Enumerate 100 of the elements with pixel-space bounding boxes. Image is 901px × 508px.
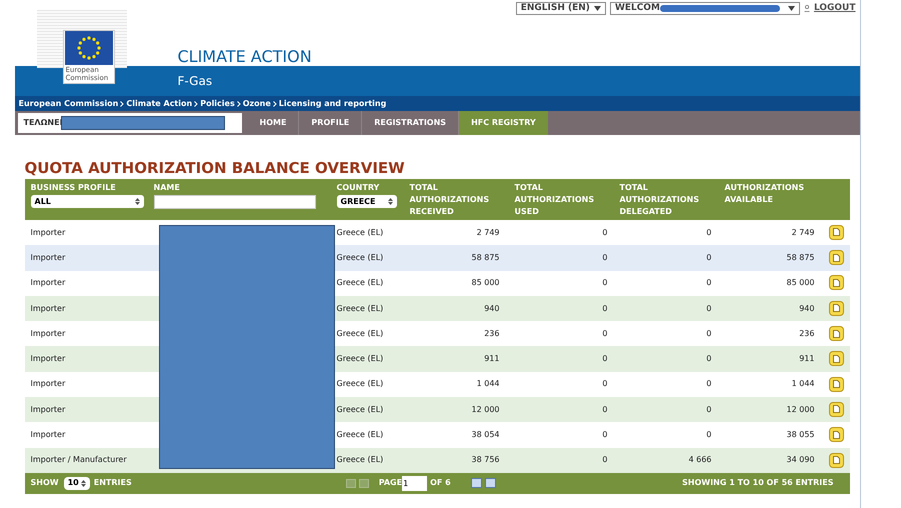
table-cell-text: 0 [601,252,608,264]
page-count: OF 6 [430,477,451,490]
table-cell-text: 2 749 [790,226,814,239]
table-cell-text: Greece (EL) [336,277,384,290]
table-cell-text: 0 [705,252,712,264]
table-cell-text: Greece (EL) [336,378,384,390]
document-icon[interactable] [828,376,844,392]
breadcrumb-link[interactable]: Policies [200,98,235,110]
table-cell-text: 911 [798,353,814,366]
eu-flag-icon [64,31,112,65]
table-cell-text: 2 749 [476,226,500,239]
table-row[interactable]: Importer Greece (EL) 940 0 0 940 [24,296,850,322]
table-cell-text: 58 875 [470,252,500,264]
document-icon[interactable] [828,224,844,240]
profile-select[interactable]: ALL [30,195,144,208]
breadcrumb-link[interactable]: Ozone [242,98,271,110]
breadcrumb-link[interactable]: Climate Action [126,98,192,110]
nav-tab[interactable]: PROFILE [299,111,362,135]
column-header: COUNTRY [336,182,380,194]
table-cell-text: 85 000 [786,277,814,290]
document-icon[interactable] [828,275,844,290]
document-icon[interactable] [828,452,844,468]
column-header: TOTAL AUTHORIZATIONS RECEIVED [410,182,490,218]
page-title: QUOTA AUTHORIZATION BALANCE OVERVIEW [24,159,406,177]
document-icon[interactable] [828,402,844,417]
page-field[interactable]: 1 [402,476,428,491]
table-cell-text: 12 000 [786,404,814,416]
breadcrumb-link[interactable]: Licensing and reporting [278,98,386,110]
table-cell-text: 0 [601,226,608,239]
table-row[interactable]: Importer Greece (EL) 85 000 0 0 85 000 [24,270,850,296]
table-cell-text: Importer [30,328,66,340]
table-cell-text: Importer [30,252,66,264]
name-field[interactable] [154,195,316,209]
table-cell-text: 0 [705,302,712,315]
document-icon[interactable] [828,351,844,366]
table-cell-text: 1 044 [476,378,500,390]
language-dropdown[interactable]: ENGLISH (EN) [516,2,606,16]
table-cell-text: 0 [705,328,712,340]
table-cell-text: 0 [705,378,712,390]
entries-summary: SHOWING 1 TO 10 OF 56 ENTRIES [682,477,834,490]
table-cell-text: 236 [483,328,500,340]
last-page-icon[interactable] [484,478,496,488]
table-cell-text: 0 [601,429,608,442]
chevron-icon [120,100,124,106]
document-icon[interactable] [828,300,844,316]
table-row[interactable]: Importer Greece (EL) 236 0 0 236 [24,321,850,346]
page-size-select[interactable]: 10 [64,476,90,490]
column-header: BUSINESS PROFILE [30,182,117,194]
table-cell-text: Greece (EL) [336,429,384,442]
table-row[interactable]: Importer / Manufacturer Greece (EL) 38 756 0 4 666 34 090 [24,448,850,473]
table-row[interactable]: Importer Greece (EL) 12 000 0 0 12 000 [24,397,850,422]
nav-tab[interactable]: HFC REGISTRY [459,111,548,135]
table-cell-text: 0 [601,353,608,366]
entries-label: ENTRIES [94,477,132,490]
document-icon[interactable] [828,326,844,342]
chevron-icon [236,100,241,106]
table-cell-text: 0 [601,277,608,290]
welcome-dropdown[interactable]: WELCOM [610,2,800,16]
column-header: AUTHORIZATIONS AVAILABLE [724,182,806,206]
spinner-icon [388,198,392,205]
spinner-icon [134,198,140,205]
table-cell-text: 0 [705,353,712,366]
table-cell-text: 0 [705,277,712,290]
table-cell-text: 4 666 [688,454,712,466]
country-select[interactable]: GREECE [336,195,396,208]
table-cell-text: Importer [30,378,66,390]
table-cell-text: 85 000 [470,277,500,290]
table-cell-text: Importer [30,302,66,315]
table-row[interactable]: Importer Greece (EL) 911 0 0 911 [24,346,850,372]
table-cell-text: 0 [705,429,712,442]
table-cell-text: 38 054 [470,429,500,442]
user-icon [804,5,810,12]
table-cell-text: 911 [483,353,500,366]
table-cell-text: 0 [601,302,608,315]
logout-link[interactable]: LOGOUT [814,2,856,16]
table-cell-text: Greece (EL) [336,353,384,366]
table-cell-text: 0 [705,404,712,416]
nav-tab[interactable]: HOME [248,111,300,135]
document-icon[interactable] [828,427,844,442]
table-cell-text: 0 [601,404,608,416]
table-cell-text: 58 875 [786,252,814,264]
table-cell-text: 0 [601,328,608,340]
table-cell-text: 0 [705,226,712,239]
table-cell-text: Importer [30,404,66,416]
chevron-icon [272,100,277,106]
site-subtitle: F-Gas [178,73,212,90]
table-cell-text: 940 [798,302,814,315]
table-row[interactable]: Importer Greece (EL) 58 875 0 0 58 875 [24,245,850,271]
next-page-icon[interactable] [470,478,482,488]
table-cell-text: Importer [30,429,66,442]
table-cell-text: Greece (EL) [336,302,384,315]
table-cell-text: 0 [601,378,608,390]
breadcrumb-link[interactable]: European Commission [18,98,118,110]
chevron-icon [194,100,198,106]
table-cell-text: Greece (EL) [336,454,384,466]
table-cell-text: 940 [483,302,500,315]
caret-icon [788,6,795,12]
page-label: PAGE [378,477,402,490]
document-icon[interactable] [828,250,844,266]
show-label: SHOW [30,477,59,490]
